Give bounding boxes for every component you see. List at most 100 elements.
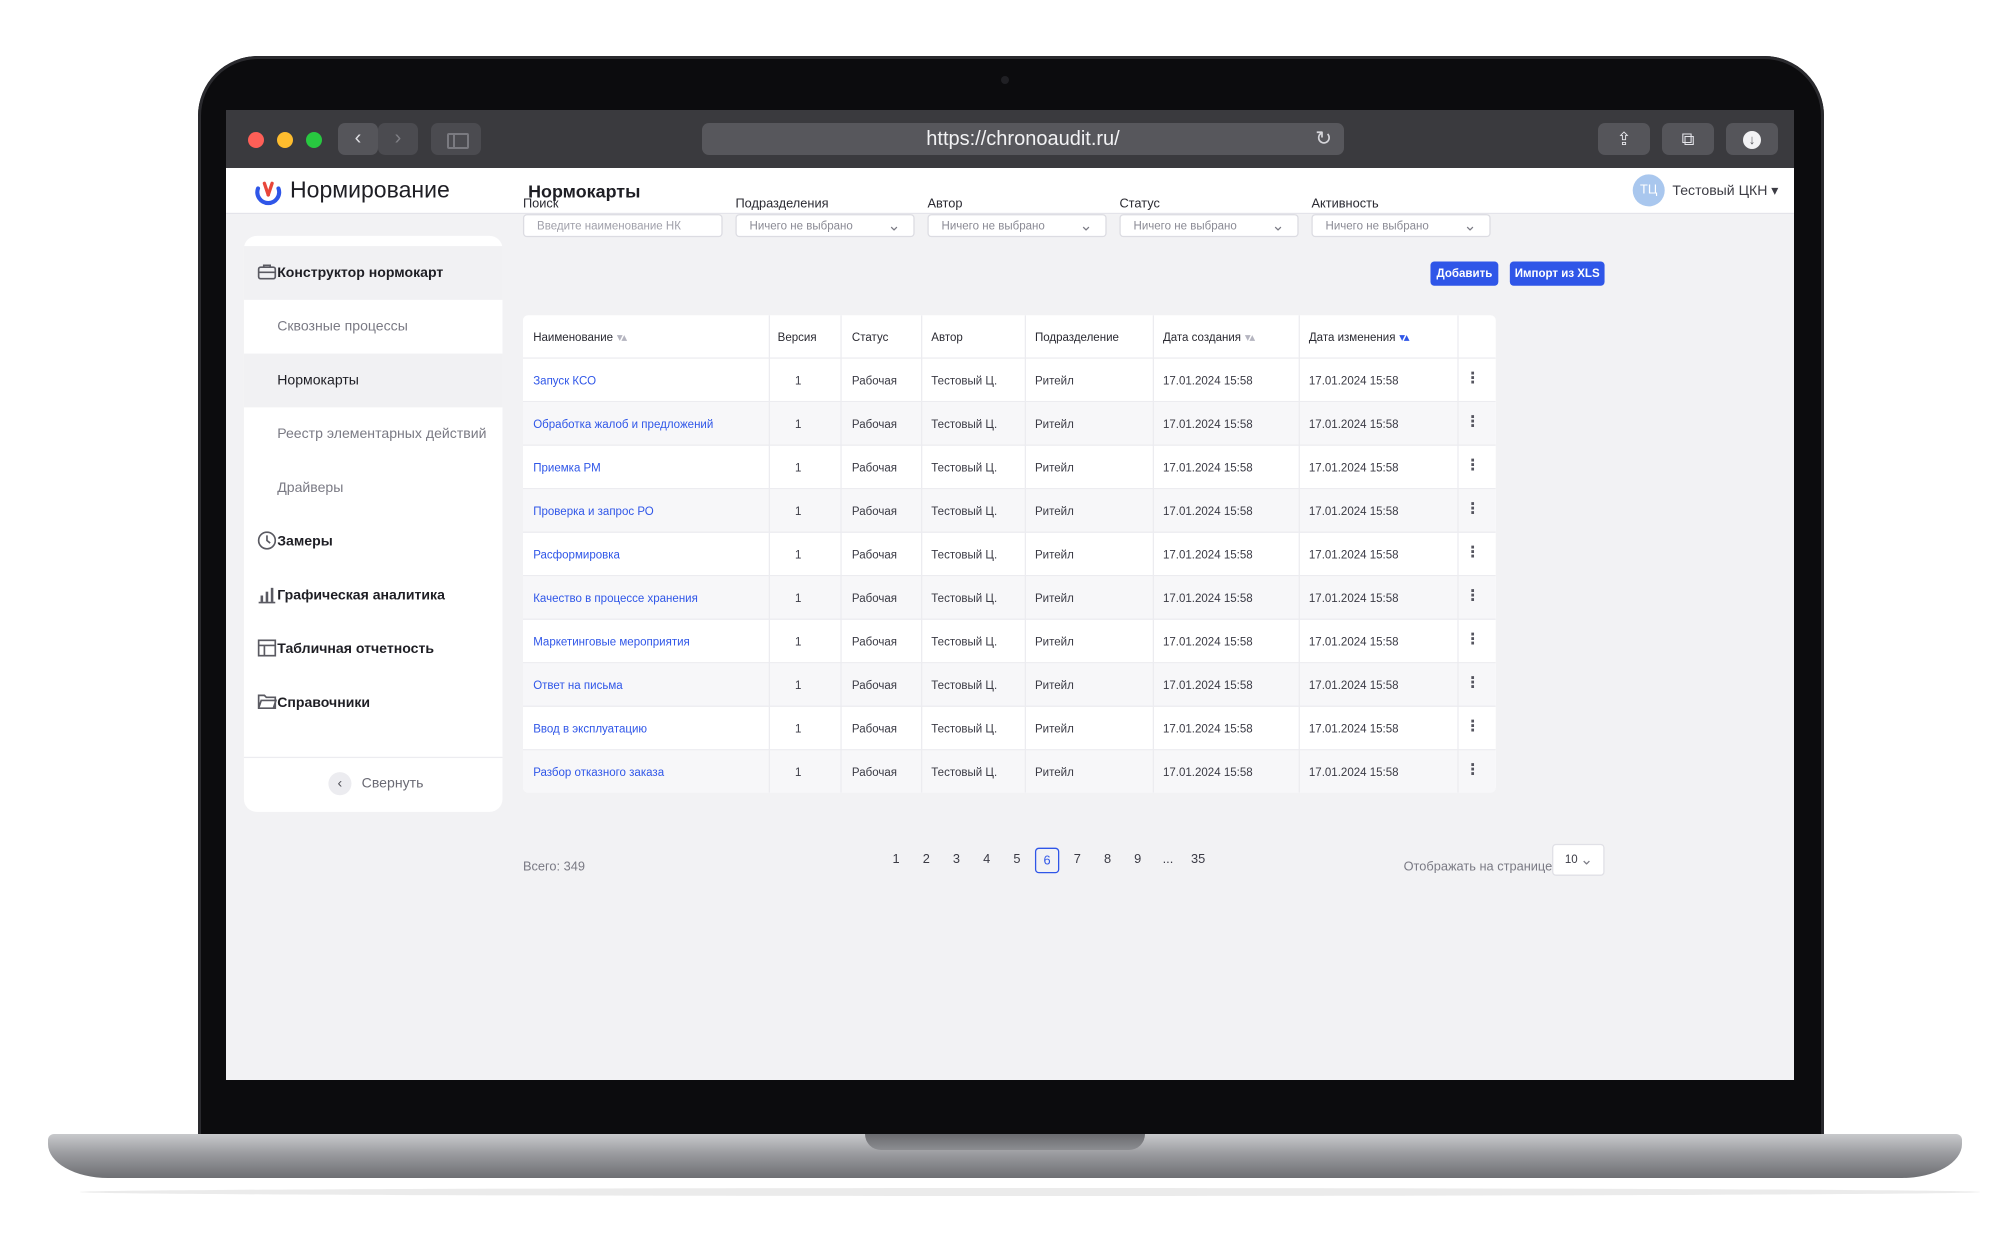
page-button[interactable]: 5 xyxy=(1005,848,1029,874)
tabs-icon: ⧉ xyxy=(1681,129,1695,149)
address-bar[interactable]: https://chronoaudit.ru/ ↻ xyxy=(702,123,1344,155)
page-button[interactable]: 9 xyxy=(1126,848,1150,874)
author-select[interactable]: Ничего не выбрано ⌄ xyxy=(927,214,1107,238)
forward-button[interactable]: › xyxy=(378,123,418,155)
column-header-label: Подразделение xyxy=(1034,330,1119,344)
department-select[interactable]: Ничего не выбрано ⌄ xyxy=(735,214,915,238)
sidebar-item-elementary-actions-registry[interactable]: Реестр элементарных действий xyxy=(244,407,503,461)
sidebar-toggle-button[interactable] xyxy=(431,123,481,155)
cell-name[interactable]: Качество в процессе хранения xyxy=(533,576,698,620)
cell-version: 1 xyxy=(794,722,802,736)
column-header-name[interactable]: Наименование ▾▴ xyxy=(533,315,627,359)
column-divider xyxy=(1457,315,1459,793)
per-page-select[interactable]: 10 ⌄ xyxy=(1552,843,1605,876)
app-logo-icon[interactable] xyxy=(253,177,284,208)
column-header-label: Версия xyxy=(777,330,817,344)
import-xls-button[interactable]: Импорт из XLS xyxy=(1509,261,1605,286)
row-menu-icon[interactable]: ⋮ xyxy=(1460,359,1486,403)
cell-name[interactable]: Проверка и запрос РО xyxy=(533,489,654,533)
column-header-created[interactable]: Дата создания ▾▴ xyxy=(1162,315,1255,359)
cell-status: Рабочая xyxy=(851,548,898,561)
downloads-button[interactable]: ↓ xyxy=(1726,123,1778,155)
page-button[interactable]: 2 xyxy=(914,848,938,874)
row-menu-icon[interactable]: ⋮ xyxy=(1460,663,1486,707)
table-row: Маркетинговые мероприятия 1 Рабочая Тестовы… xyxy=(522,620,1496,664)
cell-department: Ритейл xyxy=(1034,678,1074,692)
search-input[interactable]: Введите наименование НК xyxy=(522,214,723,238)
sidebar-item-drivers[interactable]: Драйверы xyxy=(244,461,503,515)
cell-name[interactable]: Расформировка xyxy=(533,533,620,577)
cell-name[interactable]: Запуск КСО xyxy=(533,359,596,403)
row-menu-icon[interactable]: ⋮ xyxy=(1460,576,1486,620)
sidebar-item-label: Драйверы xyxy=(277,480,344,496)
cell-author: Тестовый Ц. xyxy=(931,635,998,648)
row-menu-icon[interactable]: ⋮ xyxy=(1460,750,1486,792)
cell-name[interactable]: Обработка жалоб и предложений xyxy=(533,402,713,446)
cell-version: 1 xyxy=(794,504,802,518)
row-menu-icon[interactable]: ⋮ xyxy=(1460,402,1486,446)
cell-version: 1 xyxy=(794,548,802,561)
briefcase-icon xyxy=(255,261,278,284)
reload-icon[interactable]: ↻ xyxy=(1315,123,1332,155)
row-menu-icon[interactable]: ⋮ xyxy=(1460,533,1486,577)
cell-name[interactable]: Разбор отказного заказа xyxy=(533,750,664,792)
table-row: Ответ на письма 1 Рабочая Тестовый Ц. Ритейл… xyxy=(522,663,1496,707)
status-select[interactable]: Ничего не выбрано ⌄ xyxy=(1119,214,1299,238)
cell-author: Тестовый Ц. xyxy=(931,417,998,431)
share-button[interactable]: ⇪ xyxy=(1598,123,1650,155)
page-button[interactable]: 3 xyxy=(944,848,968,874)
close-window-button[interactable] xyxy=(248,132,264,148)
screen: ‹ › https://chronoaudit.ru/ ↻ ⇪ ⧉ ↓ Норм… xyxy=(226,110,1794,1080)
page-button[interactable]: 8 xyxy=(1095,848,1119,874)
maximize-window-button[interactable] xyxy=(306,132,322,148)
avatar[interactable]: ТЦ xyxy=(1632,174,1665,207)
add-button[interactable]: Добавить xyxy=(1430,261,1499,286)
pagination-ellipsis: ... xyxy=(1162,852,1174,867)
cell-name[interactable]: Ввод в эксплуатацию xyxy=(533,707,647,751)
sidebar-item-directories[interactable]: Справочники xyxy=(244,676,503,730)
table-icon xyxy=(255,638,278,661)
cell-department: Ритейл xyxy=(1034,722,1074,736)
cell-status: Рабочая xyxy=(851,722,898,736)
user-menu[interactable]: Тестовый ЦКН ▾ xyxy=(1672,182,1778,198)
page-button[interactable]: 35 xyxy=(1186,848,1210,874)
sidebar-item-normcards[interactable]: Нормокарты xyxy=(243,353,503,408)
cell-version: 1 xyxy=(794,374,802,387)
tabs-overview-button[interactable]: ⧉ xyxy=(1662,123,1714,155)
sidebar-item-graphic-analytics[interactable]: Графическая аналитика xyxy=(244,569,503,623)
cell-name[interactable]: Маркетинговые мероприятия xyxy=(533,620,690,664)
page-button[interactable]: 4 xyxy=(975,848,999,874)
chevron-down-icon: ⌄ xyxy=(887,216,901,235)
row-menu-icon[interactable]: ⋮ xyxy=(1460,707,1486,751)
row-menu-icon[interactable]: ⋮ xyxy=(1460,446,1486,490)
search-placeholder: Введите наименование НК xyxy=(537,219,681,232)
cell-version: 1 xyxy=(794,678,802,692)
cell-department: Ритейл xyxy=(1034,374,1074,387)
row-menu-icon[interactable]: ⋮ xyxy=(1460,620,1486,664)
page-button[interactable]: 6 xyxy=(1034,847,1060,874)
cell-modified: 17.01.2024 15:58 xyxy=(1308,417,1399,431)
column-header-label: Дата создания xyxy=(1162,330,1242,344)
cell-name[interactable]: Приемка РМ xyxy=(533,446,601,490)
page-button[interactable]: 7 xyxy=(1065,848,1089,874)
minimize-window-button[interactable] xyxy=(277,132,293,148)
sidebar-item-measurements[interactable]: Замеры xyxy=(244,515,503,569)
back-button[interactable]: ‹ xyxy=(338,123,378,155)
cell-name[interactable]: Ответ на письма xyxy=(533,663,622,707)
row-menu-icon[interactable]: ⋮ xyxy=(1460,489,1486,533)
cell-author: Тестовый Ц. xyxy=(931,504,998,518)
column-header-modified[interactable]: Дата изменения ▾▴ xyxy=(1309,315,1410,359)
sidebar-item-through-processes[interactable]: Сквозные процессы xyxy=(244,300,503,354)
app-name[interactable]: Нормирование xyxy=(290,177,450,204)
cell-version: 1 xyxy=(794,461,802,474)
cell-department: Ритейл xyxy=(1034,504,1074,518)
activity-filter-label: Активность xyxy=(1311,197,1379,212)
sort-active-icon: ▾▴ xyxy=(1399,330,1409,344)
cell-status: Рабочая xyxy=(851,765,898,779)
activity-select[interactable]: Ничего не выбрано ⌄ xyxy=(1311,214,1491,238)
page-button[interactable]: 1 xyxy=(884,848,908,874)
collapse-sidebar-button[interactable]: ‹ Свернуть xyxy=(244,759,503,810)
chart-icon xyxy=(255,584,278,607)
sidebar-item-table-reports[interactable]: Табличная отчетность xyxy=(244,622,503,676)
sidebar-item-normcard-constructor[interactable]: Конструктор нормокарт xyxy=(243,246,503,300)
